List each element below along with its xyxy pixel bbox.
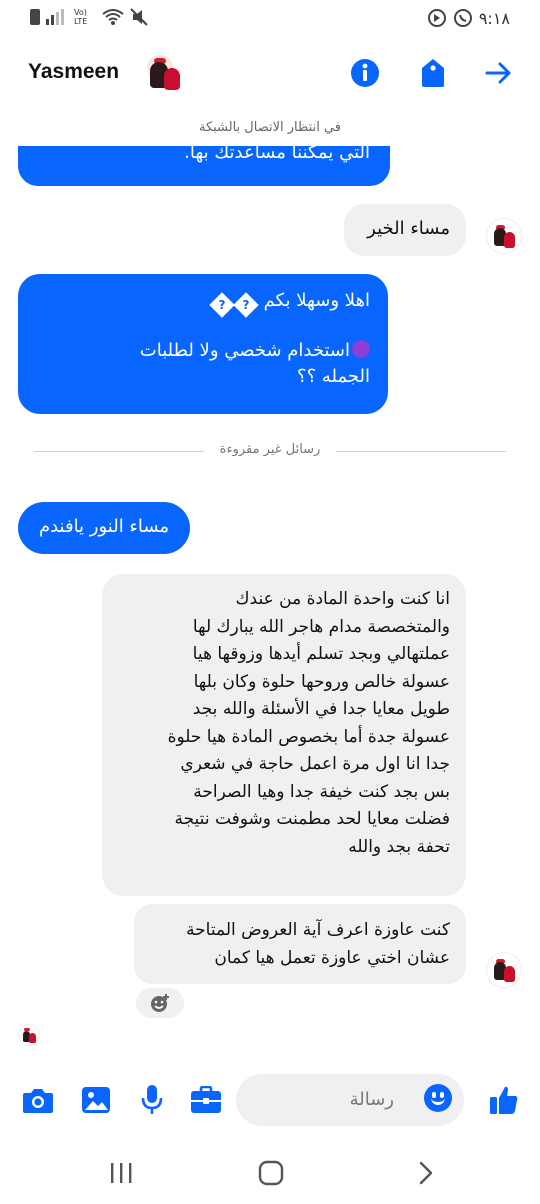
message-outgoing[interactable]: مساء النور يافندم (18, 502, 190, 554)
contact-avatar[interactable] (140, 48, 190, 98)
back-button[interactable] (410, 1160, 440, 1186)
message-text: مساء الخير (367, 218, 450, 239)
contact-name[interactable]: Yasmeen (28, 60, 119, 84)
message-line: تحفة بجد والله (348, 836, 450, 857)
network-status: في انتظار الاتصال بالشبكة (198, 120, 342, 135)
network-type-label: Vo) LTE (74, 8, 88, 26)
sim-icon (30, 9, 40, 25)
unread-label: رسائل غير مقروءة (219, 442, 321, 457)
signal-icon (46, 9, 64, 25)
info-button[interactable] (350, 58, 380, 88)
message-outgoing[interactable]: اهلا وسهلا بكم ?? استخدام شخصي ولا لطلبا… (18, 274, 388, 414)
add-reaction-icon (151, 994, 169, 1012)
message-incoming[interactable]: مساء الخير (344, 204, 466, 256)
welcome-line-2: استخدام شخصي ولا لطلبات (36, 338, 370, 364)
tag-icon (422, 59, 444, 87)
message-text: استخدام شخصي ولا لطلبات (139, 340, 350, 361)
tools-button[interactable] (190, 1084, 222, 1116)
sender-avatar[interactable] (486, 952, 522, 988)
status-indicators: Vo) LTE (30, 8, 148, 26)
system-navigation-bar (0, 1140, 540, 1204)
unread-divider: رسائل غير مقروءة (34, 438, 506, 464)
forward-arrow-icon (485, 62, 511, 84)
status-bar: Vo) LTE ٩:١٨ (0, 0, 540, 40)
camera-button[interactable] (22, 1084, 54, 1116)
message-text: التي يمكننا مساعدتك بها. (184, 146, 370, 163)
message-line: والمتخصصة مدام هاجر الله يبارك لها (192, 616, 450, 637)
purple-circle-icon (352, 340, 370, 358)
composer: رسالة (0, 1070, 540, 1130)
label-button[interactable] (418, 58, 448, 88)
gallery-button[interactable] (80, 1084, 112, 1116)
info-icon (351, 59, 379, 87)
chat-header: Yasmeen (0, 40, 540, 110)
camera-icon (23, 1089, 53, 1113)
message-text: الجمله ؟؟ (297, 366, 370, 387)
message-text: مساء النور يافندم (38, 516, 170, 537)
recent-apps-button[interactable] (106, 1160, 136, 1186)
message-line: فضلت معايا لحد مطمنت وشوفت نتيجة (174, 809, 450, 829)
add-reaction-button[interactable] (136, 988, 184, 1018)
sender-avatar[interactable] (486, 218, 522, 254)
image-icon (82, 1087, 110, 1113)
message-line: انا كنت واحدة المادة من عندك (235, 589, 450, 609)
message-line: عسولة جدة أما بخصوص المادة هيا حلوة (167, 726, 450, 747)
thumbs-up-icon (490, 1086, 518, 1114)
emoji-icon[interactable] (424, 1084, 452, 1112)
status-time: ٩:١٨ (478, 8, 510, 28)
message-line: بس بجد كنت خيفة جدا وهيا الصراحة (193, 781, 450, 802)
message-line: عملتهالي وبجد تسلم أيدها وزوقها هيا (192, 644, 450, 664)
like-button[interactable] (488, 1084, 520, 1116)
unknown-glyph-icon: ? (233, 292, 259, 318)
message-incoming[interactable]: كنت عاوزة اعرف آية العروض المتاحة عشان ا… (134, 904, 466, 984)
message-incoming[interactable]: انا كنت واحدة المادة من عندك والمتخصصة م… (102, 574, 466, 896)
microphone-icon (141, 1085, 163, 1114)
status-right: ٩:١٨ (427, 8, 510, 28)
back-icon (419, 1161, 433, 1185)
whatsapp-icon (453, 9, 472, 27)
welcome-line-1: اهلا وسهلا بكم ?? (36, 288, 370, 318)
message-text: اهلا وسهلا بكم (263, 290, 370, 311)
forward-button[interactable] (484, 58, 514, 88)
briefcase-icon (191, 1086, 221, 1113)
unknown-glyph-icon: ? (209, 292, 235, 318)
alarm-icon (427, 9, 446, 27)
wifi-icon (102, 9, 124, 25)
message-line: جدا انا اول مرة اعمل حاجة في شعري (180, 754, 450, 774)
message-line: عسولة خالص وروحها حلوة وكان بلها (193, 671, 450, 692)
message-line: طويل معايا جدا في الأسئلة والله بجد (192, 699, 450, 719)
message-outgoing[interactable]: التي يمكننا مساعدتك بها. (18, 146, 390, 186)
recent-apps-icon (111, 1163, 132, 1183)
home-button[interactable] (256, 1160, 286, 1186)
message-line: كنت عاوزة اعرف آية العروض المتاحة (186, 920, 450, 940)
home-icon (258, 1160, 284, 1186)
voice-button[interactable] (136, 1084, 168, 1116)
message-line: عشان اختي عاوزة تعمل هيا كمان (214, 948, 450, 968)
mute-icon (130, 8, 148, 26)
seen-avatar (18, 1024, 40, 1046)
